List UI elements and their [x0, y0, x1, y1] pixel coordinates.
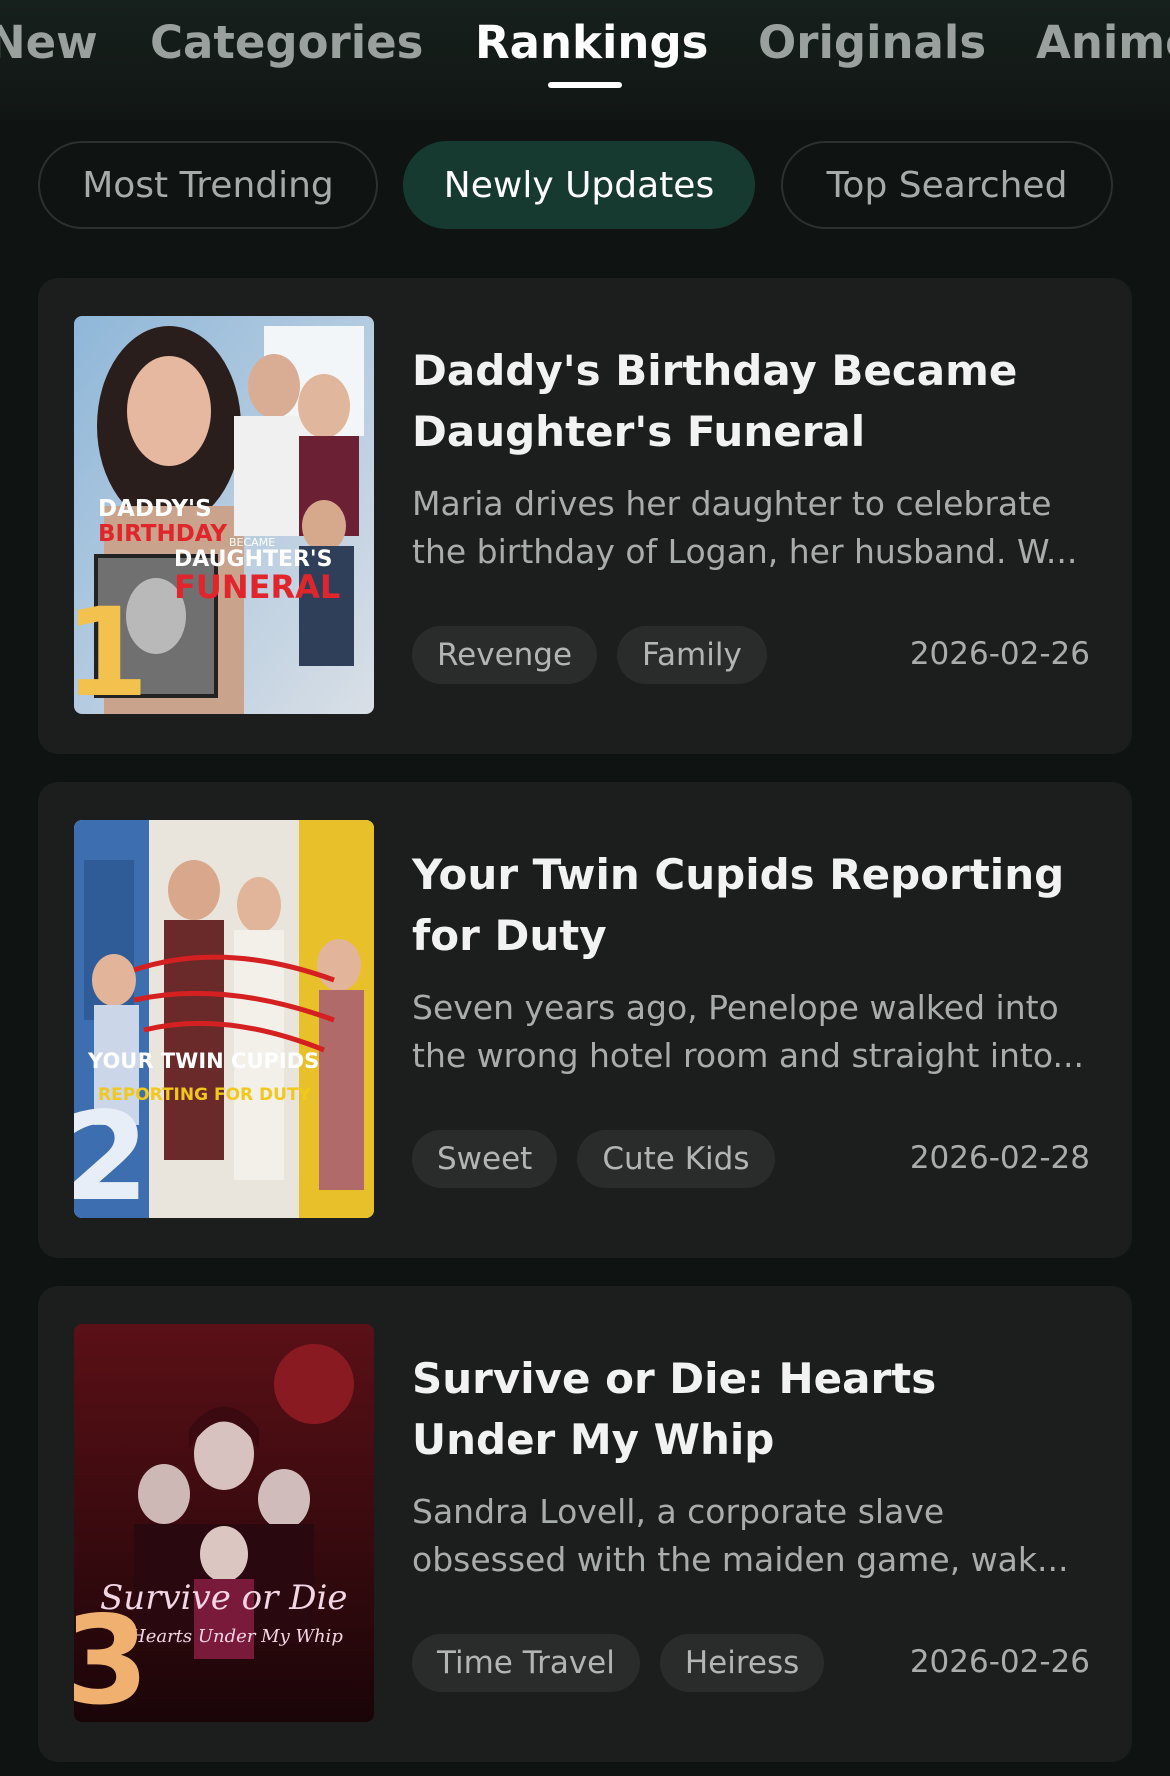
filter-most-trending[interactable]: Most Trending: [38, 141, 378, 229]
filter-top-searched[interactable]: Top Searched: [781, 141, 1113, 229]
drama-description: Sandra Lovell, a corporate slave obsesse…: [412, 1492, 1069, 1579]
drama-title[interactable]: Your Twin Cupids Reporting for Duty: [412, 844, 1092, 966]
rank-number: 1: [74, 582, 149, 714]
active-tab-indicator: [548, 82, 622, 88]
rank-number: 2: [74, 1086, 149, 1218]
tag-list: Time Travel Heiress: [412, 1634, 825, 1694]
tag-cute-kids[interactable]: Cute Kids: [577, 1130, 775, 1188]
cover-title-line2: Hearts Under My Whip: [129, 1626, 343, 1647]
tag-sweet[interactable]: Sweet: [412, 1130, 558, 1188]
drama-card[interactable]: YOUR TWIN CUPIDS REPORTING FOR DUTY 2 Yo…: [38, 782, 1132, 1258]
tag-list: Revenge Family: [412, 626, 767, 686]
release-date: 2026-02-28: [909, 1140, 1090, 1176]
drama-description: Seven years ago, Penelope walked into th…: [412, 988, 1084, 1075]
filter-newly-updates[interactable]: Newly Updates: [403, 141, 755, 229]
tag-time-travel[interactable]: Time Travel: [412, 1634, 640, 1692]
drama-title[interactable]: Survive or Die: Hearts Under My Whip: [412, 1348, 1092, 1470]
drama-cover[interactable]: Survive or Die Hearts Under My Whip 3: [74, 1324, 374, 1722]
tag-family[interactable]: Family: [617, 626, 767, 684]
tab-new[interactable]: New: [0, 16, 98, 69]
rank-number: 3: [74, 1590, 149, 1722]
cover-title-line4: FUNERAL: [174, 568, 340, 606]
top-navigation: New Categories Rankings Originals Anime: [0, 0, 1170, 120]
tag-heiress[interactable]: Heiress: [659, 1634, 825, 1692]
drama-cover[interactable]: YOUR TWIN CUPIDS REPORTING FOR DUTY 2: [74, 820, 374, 1218]
release-date: 2026-02-26: [909, 1644, 1090, 1680]
drama-description: Maria drives her daughter to celebrate t…: [412, 484, 1078, 571]
tag-revenge[interactable]: Revenge: [412, 626, 598, 684]
cover-title-line1: DADDY'S: [98, 496, 212, 522]
ranking-filters: Most Trending Newly Updates Top Searched: [0, 141, 1170, 233]
tab-rankings[interactable]: Rankings: [475, 16, 708, 69]
nav-tabs: New Categories Rankings Originals Anime: [0, 10, 1170, 80]
drama-card[interactable]: Survive or Die Hearts Under My Whip 3 Su…: [38, 1286, 1132, 1762]
release-date: 2026-02-26: [909, 636, 1090, 672]
drama-card[interactable]: DADDY'S BIRTHDAY BECAME DAUGHTER'S FUNER…: [38, 278, 1132, 754]
drama-title[interactable]: Daddy's Birthday Became Daughter's Funer…: [412, 340, 1092, 462]
cover-title-line1: YOUR TWIN CUPIDS: [87, 1049, 319, 1073]
tab-originals[interactable]: Originals: [758, 16, 986, 69]
cover-title-line2: BIRTHDAY: [98, 521, 227, 547]
tab-categories[interactable]: Categories: [150, 16, 423, 69]
drama-cover[interactable]: DADDY'S BIRTHDAY BECAME DAUGHTER'S FUNER…: [74, 316, 374, 714]
tag-list: Sweet Cute Kids: [412, 1130, 775, 1190]
tab-anime[interactable]: Anime: [1036, 16, 1170, 69]
